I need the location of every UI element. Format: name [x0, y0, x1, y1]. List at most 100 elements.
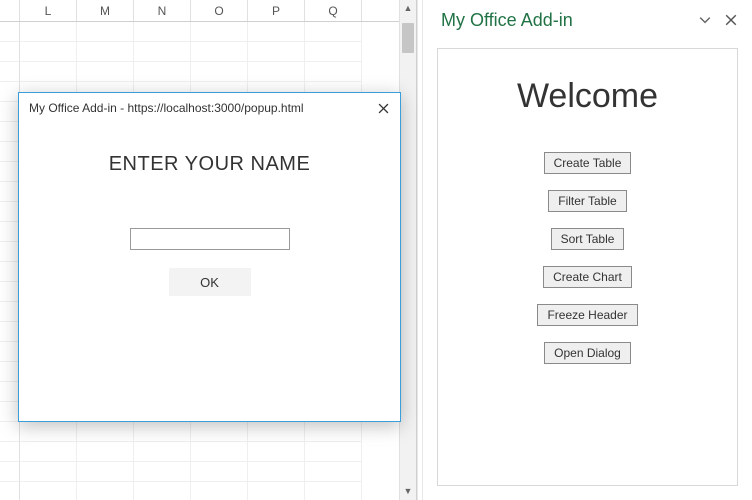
cell[interactable]	[248, 422, 305, 442]
cell[interactable]	[191, 422, 248, 442]
grid-row	[0, 462, 416, 482]
cell[interactable]	[134, 482, 191, 500]
row-header[interactable]	[0, 442, 20, 462]
cell[interactable]	[248, 42, 305, 62]
dialog-close-button[interactable]	[372, 97, 394, 119]
cell[interactable]	[20, 442, 77, 462]
cell[interactable]	[191, 462, 248, 482]
task-pane-menu-button[interactable]	[692, 7, 718, 33]
cell[interactable]	[305, 442, 362, 462]
row-header[interactable]	[0, 162, 20, 182]
dialog-titlebar[interactable]: My Office Add-in - https://localhost:300…	[19, 93, 400, 123]
row-header[interactable]	[0, 382, 20, 402]
column-header[interactable]: Q	[305, 0, 362, 21]
row-header[interactable]	[0, 302, 20, 322]
scrollbar-track[interactable]	[402, 17, 414, 483]
cell[interactable]	[77, 442, 134, 462]
row-header[interactable]	[0, 342, 20, 362]
row-header[interactable]	[0, 182, 20, 202]
cell[interactable]	[248, 482, 305, 500]
row-header[interactable]	[0, 22, 20, 42]
row-header[interactable]	[0, 282, 20, 302]
cell[interactable]	[134, 462, 191, 482]
dialog-body: ENTER YOUR NAME OK	[19, 123, 400, 296]
cell[interactable]	[77, 42, 134, 62]
column-header[interactable]: O	[191, 0, 248, 21]
task-pane-header: My Office Add-in	[423, 0, 752, 40]
scrollbar-thumb[interactable]	[402, 23, 414, 53]
cell[interactable]	[134, 422, 191, 442]
freeze-header-button[interactable]: Freeze Header	[537, 304, 637, 326]
cell[interactable]	[305, 42, 362, 62]
column-header[interactable]: M	[77, 0, 134, 21]
cell[interactable]	[305, 22, 362, 42]
cell[interactable]	[191, 442, 248, 462]
task-pane-close-button[interactable]	[718, 7, 744, 33]
task-pane: My Office Add-in Welcome Create Table Fi…	[423, 0, 752, 500]
cell[interactable]	[191, 482, 248, 500]
row-header[interactable]	[0, 462, 20, 482]
grid-row	[0, 442, 416, 462]
cell[interactable]	[248, 442, 305, 462]
cell[interactable]	[134, 42, 191, 62]
cell[interactable]	[305, 62, 362, 82]
corner-cell	[0, 0, 20, 21]
scroll-up-arrow-icon[interactable]: ▲	[400, 0, 416, 17]
cell[interactable]	[305, 422, 362, 442]
dialog-heading: ENTER YOUR NAME	[19, 153, 400, 176]
cell[interactable]	[248, 22, 305, 42]
vertical-scrollbar[interactable]: ▲ ▼	[399, 0, 416, 500]
cell[interactable]	[305, 462, 362, 482]
cell[interactable]	[20, 42, 77, 62]
cell[interactable]	[248, 62, 305, 82]
row-header[interactable]	[0, 422, 20, 442]
cell[interactable]	[20, 22, 77, 42]
cell[interactable]	[77, 62, 134, 82]
cell[interactable]	[77, 462, 134, 482]
cell[interactable]	[77, 22, 134, 42]
row-header[interactable]	[0, 142, 20, 162]
popup-dialog: My Office Add-in - https://localhost:300…	[18, 92, 401, 422]
row-header[interactable]	[0, 102, 20, 122]
cell[interactable]	[134, 62, 191, 82]
column-header[interactable]: L	[20, 0, 77, 21]
create-chart-button[interactable]: Create Chart	[543, 266, 632, 288]
cell[interactable]	[20, 482, 77, 500]
cell[interactable]	[20, 462, 77, 482]
column-header[interactable]: N	[134, 0, 191, 21]
dialog-title: My Office Add-in - https://localhost:300…	[29, 101, 372, 115]
row-header[interactable]	[0, 242, 20, 262]
row-header[interactable]	[0, 322, 20, 342]
cell[interactable]	[305, 482, 362, 500]
cell[interactable]	[134, 442, 191, 462]
open-dialog-button[interactable]: Open Dialog	[544, 342, 631, 364]
grid-row	[0, 482, 416, 500]
row-header[interactable]	[0, 42, 20, 62]
cell[interactable]	[20, 422, 77, 442]
task-pane-title: My Office Add-in	[441, 10, 692, 31]
cell[interactable]	[77, 422, 134, 442]
cell[interactable]	[191, 22, 248, 42]
cell[interactable]	[134, 22, 191, 42]
row-header[interactable]	[0, 482, 20, 500]
cell[interactable]	[248, 462, 305, 482]
row-header[interactable]	[0, 62, 20, 82]
cell[interactable]	[77, 482, 134, 500]
ok-button[interactable]: OK	[169, 268, 251, 296]
filter-table-button[interactable]: Filter Table	[548, 190, 626, 212]
row-header[interactable]	[0, 122, 20, 142]
scroll-down-arrow-icon[interactable]: ▼	[400, 483, 416, 500]
row-header[interactable]	[0, 402, 20, 422]
sort-table-button[interactable]: Sort Table	[551, 228, 625, 250]
name-input[interactable]	[130, 228, 290, 250]
cell[interactable]	[191, 62, 248, 82]
row-header[interactable]	[0, 82, 20, 102]
cell[interactable]	[20, 62, 77, 82]
column-header[interactable]: P	[248, 0, 305, 21]
row-header[interactable]	[0, 222, 20, 242]
row-header[interactable]	[0, 262, 20, 282]
row-header[interactable]	[0, 362, 20, 382]
cell[interactable]	[191, 42, 248, 62]
row-header[interactable]	[0, 202, 20, 222]
create-table-button[interactable]: Create Table	[544, 152, 632, 174]
